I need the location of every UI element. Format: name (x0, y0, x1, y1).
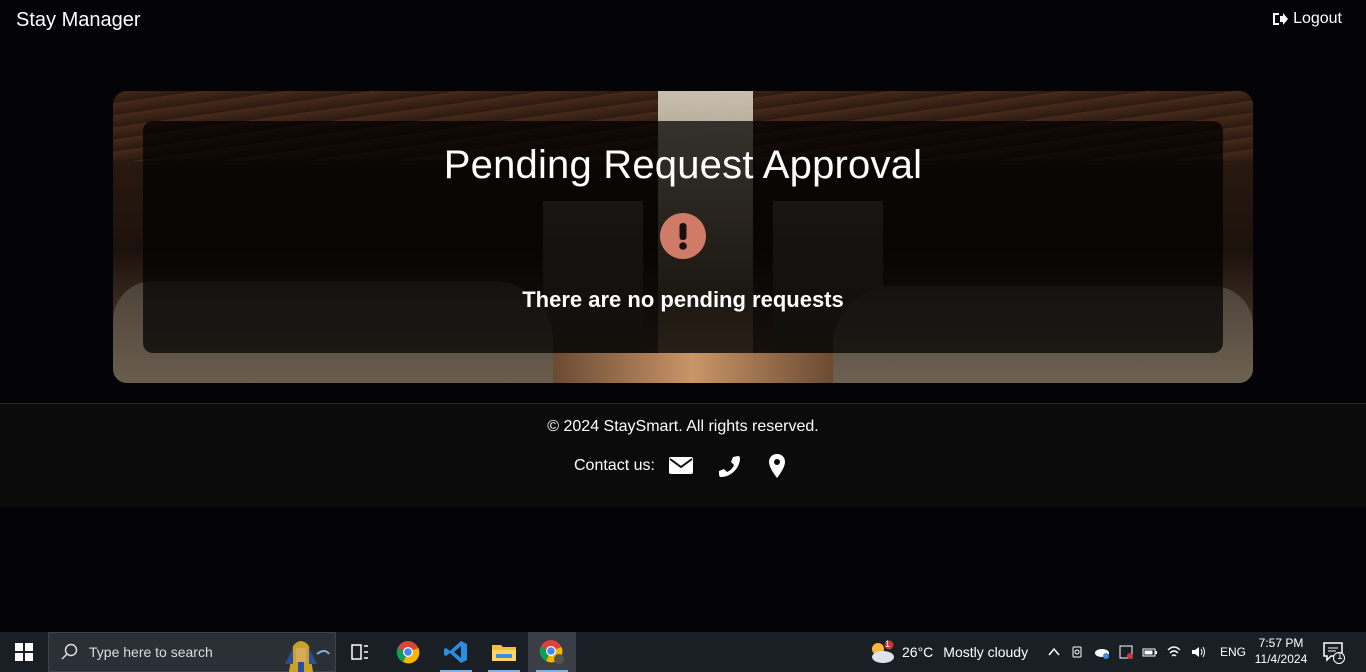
phone-icon[interactable] (717, 454, 741, 478)
windows-taskbar: Type here to search 1 26°C Mostly cloudy… (0, 632, 1366, 672)
sign-out-icon (1273, 13, 1289, 25)
windows-logo-icon (15, 643, 33, 661)
map-marker-icon[interactable] (765, 454, 789, 478)
system-tray: ENG (1046, 632, 1246, 672)
chrome-profile-icon (539, 640, 564, 664)
taskbar-app-chrome[interactable] (384, 632, 432, 672)
clock-time: 7:57 PM (1258, 636, 1304, 650)
partly-cloudy-icon (872, 640, 894, 663)
task-view-icon (351, 644, 368, 660)
taskbar-app-vscode[interactable] (432, 632, 480, 672)
task-view-button[interactable] (336, 632, 384, 672)
exclamation-circle-icon (660, 213, 706, 259)
contact-section: Contact us: (574, 454, 789, 478)
brand-link[interactable]: Stay Manager (16, 9, 141, 32)
sync-alert-icon[interactable] (1118, 644, 1134, 660)
pending-requests-card: Pending Request Approval There are no pe… (143, 121, 1223, 353)
app-page: Stay Manager Logout Pending Request Appr… (0, 0, 1366, 632)
onedrive-icon[interactable] (1094, 644, 1110, 660)
weather-temp: 26°C (902, 644, 934, 660)
weather-badge: 1 (885, 639, 891, 649)
start-button[interactable] (0, 632, 48, 672)
vscode-icon (444, 641, 467, 663)
hero-background-floor (553, 353, 833, 383)
contact-label: Contact us: (574, 457, 655, 474)
empty-state-message: There are no pending requests (522, 287, 844, 312)
search-highlight-pharaoh-icon (285, 641, 330, 672)
footer: © 2024 StaySmart. All rights reserved. C… (0, 403, 1366, 507)
language-indicator[interactable]: ENG (1220, 645, 1246, 659)
logout-label: Logout (1293, 10, 1342, 27)
taskbar-app-chrome-profile[interactable] (528, 632, 576, 672)
battery-icon[interactable] (1142, 644, 1158, 660)
notification-count: 1 (1337, 651, 1343, 662)
envelope-icon[interactable] (668, 454, 693, 478)
chevron-up-icon[interactable] (1046, 644, 1062, 660)
search-icon (61, 643, 78, 660)
taskbar-app-file-explorer[interactable] (480, 632, 528, 672)
copyright-text: © 2024 StaySmart. All rights reserved. (547, 418, 819, 435)
volume-icon[interactable] (1190, 644, 1206, 660)
weather-description: Mostly cloudy (943, 644, 1029, 660)
clock-date: 11/4/2024 (1254, 652, 1308, 666)
chrome-icon (396, 641, 420, 664)
page-title: Pending Request Approval (443, 143, 923, 187)
notification-center-button[interactable]: 1 (1322, 640, 1346, 664)
wifi-icon[interactable] (1166, 644, 1182, 660)
camera-icon[interactable] (1070, 644, 1086, 660)
navbar: Stay Manager Logout (0, 0, 1366, 42)
taskbar-search-box[interactable]: Type here to search (48, 632, 336, 672)
hero-banner: Pending Request Approval There are no pe… (113, 91, 1253, 383)
search-placeholder: Type here to search (89, 644, 213, 660)
logout-button[interactable]: Logout (1272, 10, 1342, 28)
file-explorer-icon (492, 645, 516, 661)
clock[interactable]: 7:57 PM 11/4/2024 (1248, 635, 1314, 667)
weather-widget[interactable]: 1 26°C Mostly cloudy (868, 632, 1028, 672)
